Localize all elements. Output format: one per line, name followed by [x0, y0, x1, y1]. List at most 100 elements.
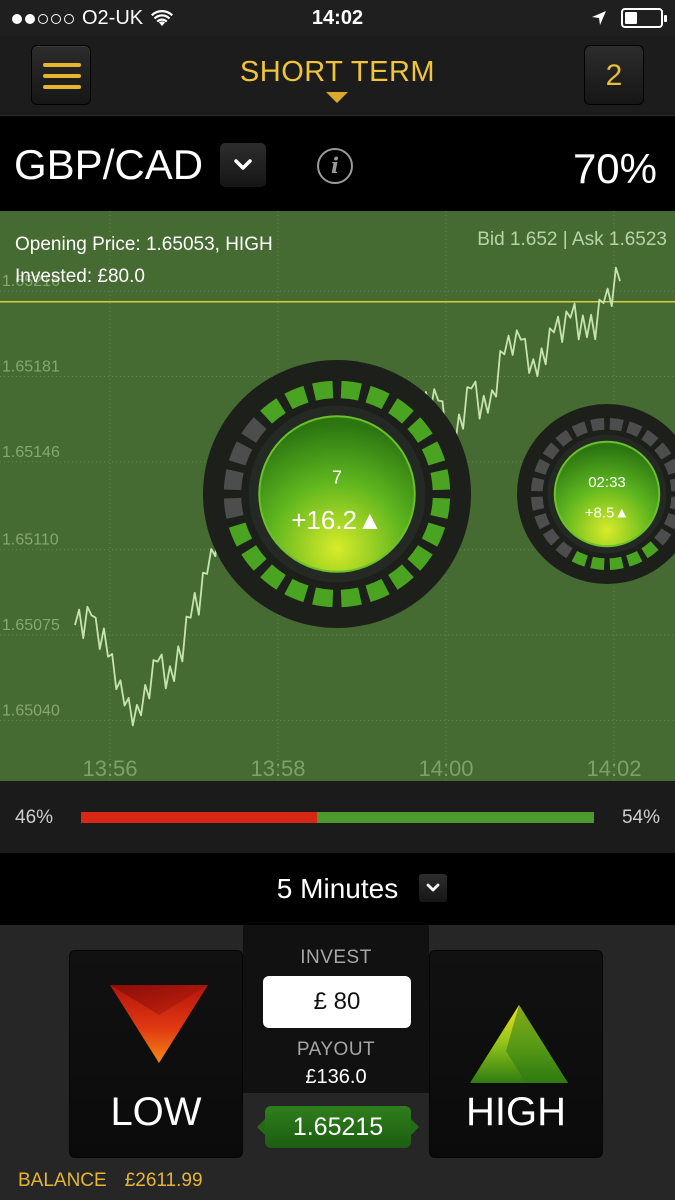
- bubble-timer-segment: [531, 496, 545, 511]
- asset-bar: GBP/CAD i 70%: [0, 117, 675, 211]
- trade-panel: LOW INVEST £ 80 PAYOUT £136.0 HIGH 1.652…: [0, 925, 675, 1200]
- bubble-timer-segment: [421, 522, 446, 547]
- low-button[interactable]: LOW: [69, 950, 243, 1158]
- bubble-timer-segment: [260, 398, 286, 424]
- bubble-timer-segment: [241, 545, 267, 571]
- bubble-timer-segment: [365, 385, 390, 410]
- bubble-core: [553, 440, 661, 548]
- sentiment-low-fill: [81, 812, 317, 823]
- bubble-timer-segment: [609, 556, 624, 570]
- bubble-timer-segment: [228, 441, 253, 466]
- bubble-timer-segment: [654, 528, 672, 546]
- bubble-timer-segment: [340, 587, 362, 608]
- y-tick-label: 1.65181: [2, 359, 60, 376]
- asset-dropdown-button[interactable]: [219, 142, 267, 188]
- bubble-timer-segment: [590, 418, 605, 432]
- trader-sentiment-bar: 46% 54%: [0, 781, 675, 853]
- open-trade-bubble[interactable]: 02:33 +8.5▲: [517, 404, 675, 584]
- bubble-timer-segment: [571, 550, 588, 567]
- bubble-timer-segment: [663, 458, 675, 475]
- bubble-timer-segment: [223, 469, 244, 491]
- bubble-timer-segment: [542, 442, 560, 460]
- invest-panel: INVEST £ 80 PAYOUT £136.0: [243, 925, 429, 1093]
- bubble-timer-segment: [421, 441, 446, 466]
- bubble-timer-segment: [241, 417, 267, 443]
- bubble-timer-segment: [430, 497, 451, 519]
- bubble-timer-segment: [312, 587, 334, 608]
- battery-fill: [625, 12, 637, 24]
- bubble-timer-segment: [654, 442, 672, 460]
- y-tick-label: 1.65040: [2, 702, 60, 719]
- payout-value: £136.0: [305, 1066, 367, 1088]
- bubble-timer-segment: [260, 564, 286, 590]
- bubble-timer-segment: [407, 545, 433, 571]
- info-icon[interactable]: i: [317, 148, 353, 184]
- y-tick-label: 1.65110: [2, 532, 59, 549]
- bubble-timer-segment: [284, 578, 309, 603]
- status-right: [591, 8, 667, 28]
- bubble-value: +16.2▲: [291, 505, 383, 535]
- bubble-timer-segment: [542, 528, 560, 546]
- y-tick-label: 1.65146: [2, 444, 60, 461]
- current-price-tag: 1.65215: [257, 1106, 419, 1148]
- low-label: LOW: [110, 1090, 202, 1134]
- open-trade-bubble[interactable]: 7 +16.2▲: [203, 360, 471, 628]
- balance: BALANCE £2611.99: [18, 1170, 203, 1192]
- bubble-timer-segment: [388, 564, 414, 590]
- chart-canvas: 1.652161.651811.651461.651101.650751.650…: [0, 211, 675, 781]
- bubble-timer-segment: [365, 578, 390, 603]
- bubble-timer-segment: [641, 541, 659, 559]
- payout-percent: 70%: [572, 145, 657, 192]
- x-tick-label: 14:02: [586, 756, 641, 781]
- expiry-selector[interactable]: 5 Minutes: [0, 853, 675, 925]
- trade-info: Opening Price: 1.65053, HIGH Invested: £…: [15, 229, 273, 293]
- bubble-timer-segment: [571, 421, 588, 438]
- arrow-up-triangle-icon: [470, 1005, 568, 1083]
- bubble-timer-segment: [407, 417, 433, 443]
- price-chart[interactable]: 1.65216 1.65181 1.65146 1.65110 1.65075 1.650…: [0, 211, 675, 781]
- battery-icon: [621, 8, 667, 28]
- balance-label: BALANCE: [18, 1170, 107, 1191]
- bubble-timer-segment: [531, 477, 545, 492]
- sentiment-track: [81, 812, 594, 823]
- opening-price-text: Opening Price: 1.65053, HIGH: [15, 234, 273, 255]
- bubble-timer-segment: [626, 550, 643, 567]
- asset-pair-name[interactable]: GBP/CAD: [14, 141, 203, 189]
- chevron-down-icon: [426, 883, 440, 892]
- caret-down-icon[interactable]: [326, 92, 348, 103]
- expiry-label[interactable]: 5 Minutes: [0, 873, 675, 905]
- bubble-timer-segment: [430, 469, 451, 491]
- bubble-timer-segment: [641, 429, 659, 447]
- invest-amount-input[interactable]: £ 80: [263, 976, 411, 1028]
- status-time: 14:02: [311, 7, 364, 29]
- x-tick-label: 13:56: [82, 756, 137, 781]
- bubble-timer-segment: [590, 556, 605, 570]
- open-trades-count-button[interactable]: 2: [584, 45, 644, 105]
- location-arrow-icon: [592, 11, 606, 25]
- app-header: SHORT TERM 2: [0, 36, 675, 116]
- bubble-timer-segment: [534, 513, 551, 530]
- bubble-timer-segment: [534, 458, 551, 475]
- bubble-timer-segment: [555, 429, 573, 447]
- trade-mode-title[interactable]: SHORT TERM: [0, 56, 675, 89]
- bubble-timer-segment: [340, 380, 362, 401]
- expiry-dropdown-button[interactable]: [418, 873, 448, 903]
- bubble-timer-segment: [388, 398, 414, 424]
- bubble-timer-segment: [555, 541, 573, 559]
- bubble-timer-segment: [284, 385, 309, 410]
- chevron-down-icon: [234, 159, 252, 170]
- x-tick-label: 13:58: [250, 756, 305, 781]
- status-bar: O2-UK 14:02: [0, 0, 675, 36]
- high-label: HIGH: [466, 1090, 566, 1134]
- high-button[interactable]: HIGH: [429, 950, 603, 1158]
- bubble-timer-segment: [663, 513, 675, 530]
- bubble-label: 7: [332, 467, 342, 487]
- bid-ask-text: Bid 1.652 | Ask 1.6523: [477, 229, 667, 250]
- y-tick-label: 1.65075: [2, 617, 60, 634]
- low-sentiment-percent: 46%: [15, 807, 54, 828]
- balance-value: £2611.99: [124, 1170, 203, 1191]
- x-tick-label: 14:00: [418, 756, 473, 781]
- sentiment-high-fill: [316, 812, 594, 823]
- bubble-timer-segment: [609, 418, 624, 432]
- bubble-timer-segment: [626, 421, 643, 438]
